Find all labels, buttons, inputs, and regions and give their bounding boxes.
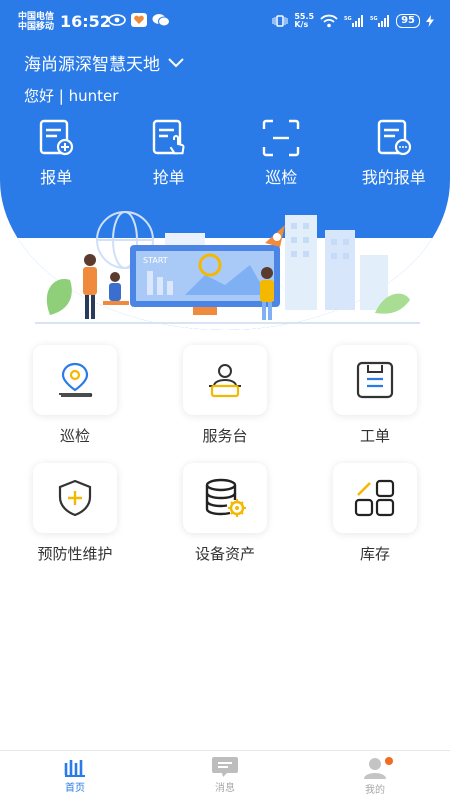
charging-icon — [426, 15, 434, 27]
grid-label-preventive-maintenance: 预防性维护 — [37, 545, 113, 563]
greeting-text: 您好 | hunter — [24, 87, 119, 105]
tab-home[interactable]: 首页 — [0, 751, 150, 800]
grid-label-inventory: 库存 — [359, 545, 390, 563]
quick-my-report-button[interactable]: 我的报单 — [338, 118, 450, 188]
work-order-icon — [356, 361, 394, 399]
wifi-icon — [320, 14, 338, 28]
quick-inspect-label: 巡检 — [265, 168, 298, 187]
carrier-text: 中国电信 中国移动 — [18, 12, 55, 32]
signal-5g-icon: 5G — [344, 15, 364, 27]
grid-label-equipment-assets: 设备资产 — [194, 545, 255, 563]
quick-inspect-button[interactable]: 巡检 — [225, 118, 338, 188]
network-speed: 55.5 K/s — [294, 12, 315, 29]
message-icon — [212, 757, 238, 777]
grid-item-service-desk[interactable]: 服务台 — [150, 345, 300, 463]
eye-icon — [108, 14, 126, 26]
quick-actions: 报单 抢单 巡检 我的报单 — [0, 118, 450, 188]
grid-item-equipment-assets[interactable]: 设备资产 — [150, 463, 300, 581]
banner-illustration: START — [35, 211, 420, 324]
wechat-icon — [152, 14, 170, 27]
tab-messages-label: 消息 — [215, 783, 235, 794]
grid-item-inventory[interactable]: 库存 — [300, 463, 450, 581]
report-icon — [40, 119, 74, 156]
svg-text:5G: 5G — [370, 16, 378, 22]
location-pin-icon — [59, 362, 93, 397]
quick-report-button[interactable]: 报单 — [0, 118, 113, 188]
shield-plus-icon — [58, 479, 92, 517]
clock: 16:52 — [60, 12, 111, 31]
project-name: 海尚源深智慧天地 — [24, 55, 160, 75]
banner-start-text: START — [143, 256, 168, 265]
user-icon — [364, 758, 386, 779]
grid-label-service-desk: 服务台 — [202, 427, 248, 445]
feature-grid: 巡检 服务台 工单 预防性维护 设备资产 库存 — [0, 345, 450, 581]
signal-5g-icon: 5G — [370, 15, 390, 27]
status-bar: 中国电信 中国移动 16:52 55.5 K/s 5G 5G 95 — [0, 0, 450, 44]
svg-text:5G: 5G — [344, 16, 352, 22]
quick-grab-label: 抢单 — [152, 168, 185, 187]
grab-order-icon — [152, 119, 185, 155]
grid-label-inspection: 巡检 — [59, 427, 90, 445]
tab-messages[interactable]: 消息 — [150, 751, 300, 800]
vibrate-icon — [272, 15, 288, 27]
grid-label-work-order: 工单 — [359, 427, 390, 445]
home-icon — [64, 760, 85, 777]
project-selector[interactable]: 海尚源深智慧天地 — [24, 50, 184, 75]
scan-icon — [263, 119, 300, 157]
quick-grab-button[interactable]: 抢单 — [113, 118, 226, 188]
database-gear-icon — [205, 478, 246, 517]
grid-item-work-order[interactable]: 工单 — [300, 345, 450, 463]
heart-app-icon — [131, 13, 147, 27]
battery-indicator: 95 — [396, 14, 420, 28]
tab-home-label: 首页 — [65, 783, 85, 794]
grid-item-inspection[interactable]: 巡检 — [0, 345, 150, 463]
service-desk-icon — [209, 364, 241, 398]
tab-mine-label: 我的 — [365, 785, 385, 796]
chevron-down-icon — [168, 57, 184, 67]
inventory-grid-icon — [354, 479, 395, 517]
quick-report-label: 报单 — [40, 168, 73, 187]
my-report-icon — [377, 119, 411, 156]
notification-badge — [385, 757, 393, 765]
quick-my-report-label: 我的报单 — [361, 168, 426, 187]
bottom-tab-bar: 首页 消息 我的 — [0, 750, 450, 800]
grid-item-preventive-maintenance[interactable]: 预防性维护 — [0, 463, 150, 581]
tab-mine[interactable]: 我的 — [300, 751, 450, 800]
